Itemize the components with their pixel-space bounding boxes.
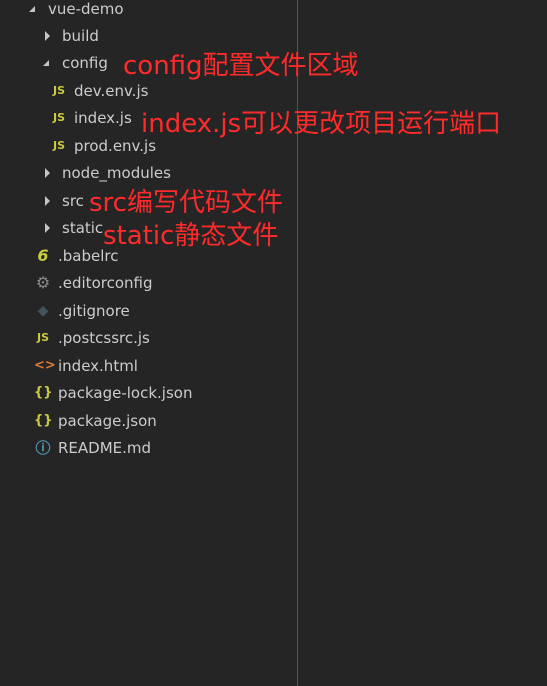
file-label: package-lock.json	[58, 383, 193, 402]
tree-folder-build[interactable]: build	[0, 22, 339, 49]
tree-file-postcssrc-js[interactable]: JS .postcssrc.js	[0, 324, 331, 351]
annotation-src: src编写代码文件	[89, 188, 283, 218]
info-icon: ⓘ	[35, 439, 51, 457]
file-label: .editorconfig	[58, 273, 153, 292]
json-icon: {}	[34, 385, 53, 400]
file-label: .postcssrc.js	[58, 328, 150, 347]
file-explorer: vue-demo build config JS dev.env.js JS i…	[0, 0, 547, 686]
tree-file-readme-md[interactable]: ⓘ README.md	[0, 434, 331, 461]
file-label: prod.env.js	[74, 136, 157, 155]
gear-icon: ⚙	[35, 273, 51, 292]
file-label: dev.env.js	[74, 81, 149, 100]
tree-file-gitignore[interactable]: ◆ .gitignore	[0, 297, 331, 324]
folder-label: static	[62, 218, 104, 237]
file-label: README.md	[58, 438, 152, 457]
tree-folder-vue-demo[interactable]: vue-demo	[0, 0, 325, 22]
javascript-icon: JS	[52, 84, 65, 97]
tree-file-editorconfig[interactable]: ⚙ .editorconfig	[0, 269, 331, 296]
annotation-index-js: index.js可以更改项目运行端口	[141, 109, 502, 139]
chevron-down-icon[interactable]	[28, 3, 40, 15]
tree-folder-node-modules[interactable]: node_modules	[0, 159, 339, 186]
folder-label: src	[62, 191, 84, 210]
file-label: .gitignore	[58, 301, 130, 320]
folder-label: config	[62, 53, 108, 72]
tree-file-package-lock-json[interactable]: {} package-lock.json	[0, 379, 331, 406]
annotation-config: config配置文件区域	[123, 51, 359, 81]
git-icon: ◆	[37, 302, 49, 319]
html-icon: <>	[34, 358, 56, 373]
chevron-right-icon[interactable]	[42, 30, 54, 42]
chevron-right-icon[interactable]	[42, 167, 54, 179]
javascript-icon: JS	[52, 111, 65, 124]
json-icon: {}	[34, 413, 53, 428]
javascript-icon: JS	[52, 139, 65, 152]
folder-label: build	[62, 26, 99, 45]
tree-file-dev-env-js[interactable]: JS dev.env.js	[0, 77, 347, 104]
file-label: package.json	[58, 411, 157, 430]
tree-file-index-html[interactable]: <> index.html	[0, 352, 331, 379]
annotation-static: static静态文件	[103, 221, 279, 251]
folder-label: vue-demo	[48, 0, 124, 18]
tree-file-package-json[interactable]: {} package.json	[0, 407, 331, 434]
javascript-icon: JS	[36, 331, 49, 344]
chevron-down-icon[interactable]	[42, 57, 54, 69]
file-label: index.html	[58, 356, 138, 375]
folder-label: node_modules	[62, 163, 171, 182]
chevron-right-icon[interactable]	[42, 222, 54, 234]
chevron-right-icon[interactable]	[42, 195, 54, 207]
file-label: index.js	[74, 108, 132, 127]
babel-icon: 6	[37, 246, 49, 265]
